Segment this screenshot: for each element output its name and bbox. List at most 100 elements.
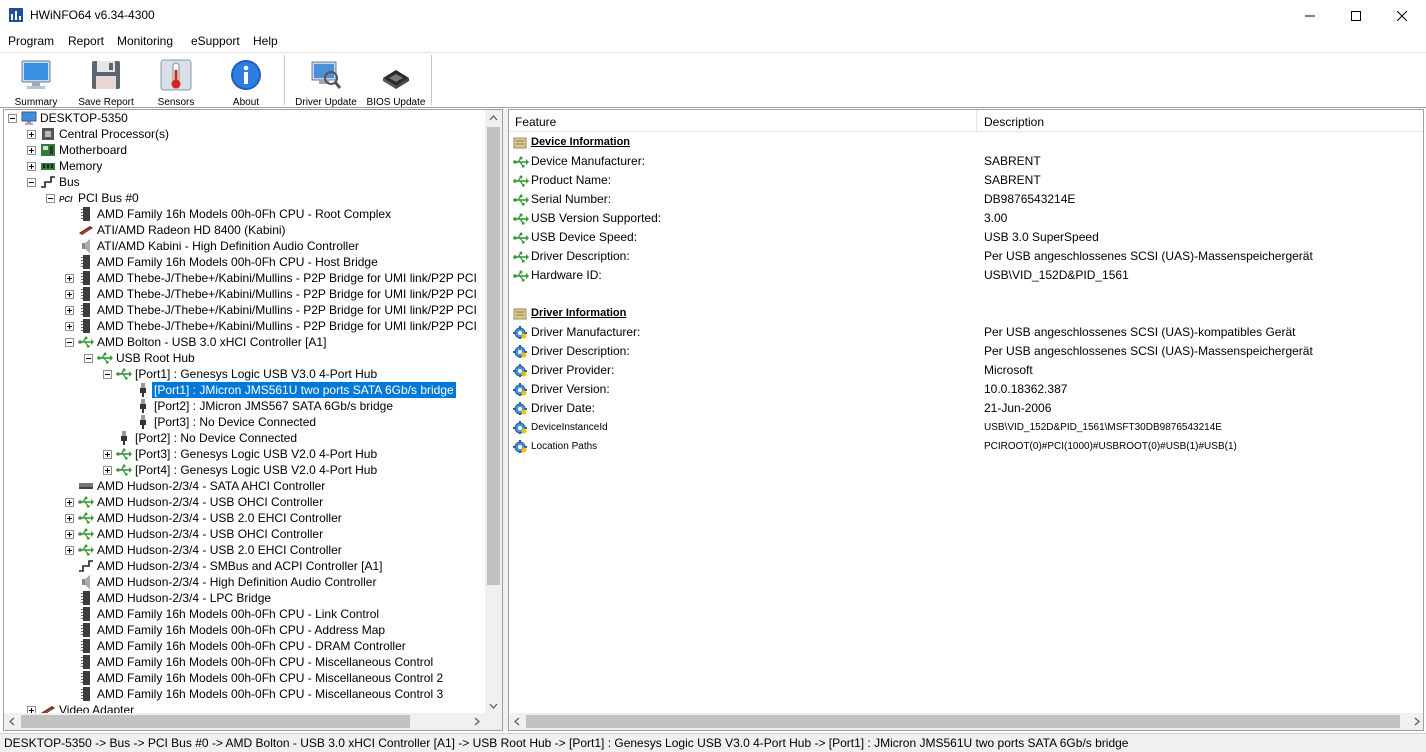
tree-vertical-scrollbar[interactable] <box>485 110 502 714</box>
collapse-icon[interactable] <box>8 114 17 123</box>
tree-node[interactable]: AMD Hudson-2/3/4 - High Definition Audio… <box>4 574 487 590</box>
feature-row[interactable]: Hardware ID: USB\VID_152D&PID_1561 <box>509 266 1409 285</box>
scroll-right-icon[interactable] <box>1408 713 1424 730</box>
tree-horizontal-scrollbar[interactable] <box>4 713 485 730</box>
tree-node[interactable]: [Port1] : JMicron JMS561U two ports SATA… <box>4 381 487 399</box>
feature-row[interactable]: Location Paths PCIROOT(0)#PCI(1000)#USBRO… <box>509 437 1409 456</box>
sensors-button[interactable]: Sensors <box>148 55 204 108</box>
expand-icon[interactable] <box>103 466 112 475</box>
tree-node[interactable]: USB Root Hub <box>4 350 487 366</box>
tree-vertical-thumb[interactable] <box>487 127 500 585</box>
device-tree-panel[interactable]: DESKTOP-5350 Central Processor(s) Motherbo… <box>3 109 503 731</box>
column-divider[interactable] <box>976 110 977 132</box>
menu-help[interactable]: Help <box>253 34 278 48</box>
tree-node[interactable]: AMD Thebe-J/Thebe+/Kabini/Mullins - P2P … <box>4 318 487 334</box>
tree-node[interactable]: [Port2] : No Device Connected <box>4 430 487 446</box>
summary-button[interactable]: Summary <box>8 55 64 108</box>
feature-row[interactable]: Driver Description: Per USB angeschlossen… <box>509 247 1409 266</box>
tree-node[interactable]: AMD Thebe-J/Thebe+/Kabini/Mullins - P2P … <box>4 302 487 318</box>
tree-node[interactable]: AMD Thebe-J/Thebe+/Kabini/Mullins - P2P … <box>4 286 487 302</box>
scroll-up-icon[interactable] <box>485 110 502 127</box>
tree-node[interactable]: [Port3] : Genesys Logic USB V2.0 4-Port … <box>4 446 487 462</box>
tree-node[interactable]: Bus <box>4 174 487 190</box>
maximize-button[interactable] <box>1333 0 1379 31</box>
section-header-row[interactable]: Driver Information <box>509 304 1409 323</box>
collapse-icon[interactable] <box>103 370 112 379</box>
scroll-left-icon[interactable] <box>4 713 21 730</box>
section-header-row[interactable]: Device Information <box>509 133 1409 152</box>
tree-node[interactable]: PCI PCI Bus #0 <box>4 190 487 206</box>
menu-program[interactable]: Program <box>8 34 54 48</box>
expand-icon[interactable] <box>65 514 74 523</box>
feature-row[interactable]: DeviceInstanceId USB\VID_152D&PID_1561\MS… <box>509 418 1409 437</box>
driver-update-button[interactable]: Driver Update <box>290 55 362 108</box>
close-button[interactable] <box>1379 0 1425 31</box>
details-horizontal-thumb[interactable] <box>526 715 1400 728</box>
feature-row[interactable]: Device Manufacturer: SABRENT <box>509 152 1409 171</box>
tree-node[interactable]: [Port2] : JMicron JMS567 SATA 6Gb/s brid… <box>4 398 487 414</box>
feature-row[interactable]: USB Version Supported: 3.00 <box>509 209 1409 228</box>
tree-node[interactable]: AMD Hudson-2/3/4 - USB 2.0 EHCI Controll… <box>4 510 487 526</box>
expand-icon[interactable] <box>103 450 112 459</box>
tree-node[interactable]: AMD Thebe-J/Thebe+/Kabini/Mullins - P2P … <box>4 270 487 286</box>
tree-node[interactable]: [Port1] : Genesys Logic USB V3.0 4-Port … <box>4 366 487 382</box>
tree-node[interactable]: AMD Hudson-2/3/4 - SATA AHCI Controller <box>4 478 487 494</box>
tree-node[interactable]: AMD Family 16h Models 00h-0Fh CPU - Misc… <box>4 654 487 670</box>
expand-icon[interactable] <box>27 162 36 171</box>
about-button[interactable]: About <box>218 55 274 108</box>
scroll-left-icon[interactable] <box>509 713 526 730</box>
collapse-icon[interactable] <box>46 194 55 203</box>
expand-icon[interactable] <box>65 306 74 315</box>
expand-icon[interactable] <box>65 546 74 555</box>
description-column-header[interactable]: Description <box>984 115 1044 129</box>
feature-row[interactable]: Driver Provider: Microsoft <box>509 361 1409 380</box>
scroll-right-icon[interactable] <box>468 713 485 730</box>
bios-update-button[interactable]: BIOS Update <box>364 55 428 108</box>
tree-node[interactable]: AMD Family 16h Models 00h-0Fh CPU - Addr… <box>4 622 487 638</box>
tree-node[interactable]: ATI/AMD Radeon HD 8400 (Kabini) <box>4 222 487 238</box>
tree-node[interactable]: AMD Hudson-2/3/4 - LPC Bridge <box>4 590 487 606</box>
tree-node[interactable]: Motherboard <box>4 142 487 158</box>
tree-node[interactable]: ATI/AMD Kabini - High Definition Audio C… <box>4 238 487 254</box>
scroll-down-icon[interactable] <box>485 697 502 714</box>
expand-icon[interactable] <box>65 530 74 539</box>
tree-node[interactable]: AMD Family 16h Models 00h-0Fh CPU - Link… <box>4 606 487 622</box>
tree-node[interactable]: AMD Hudson-2/3/4 - SMBus and ACPI Contro… <box>4 558 487 574</box>
tree-node[interactable]: AMD Family 16h Models 00h-0Fh CPU - Misc… <box>4 686 487 702</box>
save-report-button[interactable]: Save Report <box>74 55 138 108</box>
expand-icon[interactable] <box>65 274 74 283</box>
tree-node[interactable]: AMD Hudson-2/3/4 - USB OHCI Controller <box>4 494 487 510</box>
tree-node[interactable]: AMD Family 16h Models 00h-0Fh CPU - Root… <box>4 206 487 222</box>
expand-icon[interactable] <box>65 498 74 507</box>
collapse-icon[interactable] <box>27 178 36 187</box>
feature-row[interactable]: Driver Date: 21-Jun-2006 <box>509 399 1409 418</box>
tree-node[interactable]: AMD Family 16h Models 00h-0Fh CPU - Host… <box>4 254 487 270</box>
details-horizontal-scrollbar[interactable] <box>509 713 1424 730</box>
feature-row[interactable]: Driver Version: 10.0.18362.387 <box>509 380 1409 399</box>
expand-icon[interactable] <box>65 290 74 299</box>
tree-node[interactable]: AMD Hudson-2/3/4 - USB 2.0 EHCI Controll… <box>4 542 487 558</box>
feature-row[interactable]: Driver Manufacturer: Per USB angeschlosse… <box>509 323 1409 342</box>
tree-node[interactable]: Memory <box>4 158 487 174</box>
tree-horizontal-thumb[interactable] <box>21 715 410 728</box>
tree-node[interactable]: AMD Hudson-2/3/4 - USB OHCI Controller <box>4 526 487 542</box>
tree-node[interactable]: [Port3] : No Device Connected <box>4 414 487 430</box>
tree-node[interactable]: DESKTOP-5350 <box>4 110 487 126</box>
tree-node[interactable]: AMD Family 16h Models 00h-0Fh CPU - Misc… <box>4 670 487 686</box>
expand-icon[interactable] <box>27 130 36 139</box>
collapse-icon[interactable] <box>65 338 74 347</box>
tree-node[interactable]: [Port4] : Genesys Logic USB V2.0 4-Port … <box>4 462 487 478</box>
menu-esupport[interactable]: eSupport <box>191 34 240 48</box>
menu-report[interactable]: Report <box>68 34 104 48</box>
menu-monitoring[interactable]: Monitoring <box>117 34 173 48</box>
expand-icon[interactable] <box>65 322 74 331</box>
feature-row[interactable]: Product Name: SABRENT <box>509 171 1409 190</box>
minimize-button[interactable] <box>1287 0 1333 31</box>
feature-column-header[interactable]: Feature <box>515 115 556 129</box>
tree-node[interactable]: AMD Family 16h Models 00h-0Fh CPU - DRAM… <box>4 638 487 654</box>
tree-node[interactable]: AMD Bolton - USB 3.0 xHCI Controller [A1… <box>4 334 487 350</box>
expand-icon[interactable] <box>27 146 36 155</box>
feature-row[interactable]: Driver Description: Per USB angeschlossen… <box>509 342 1409 361</box>
feature-row[interactable]: USB Device Speed: USB 3.0 SuperSpeed <box>509 228 1409 247</box>
tree-node[interactable]: Central Processor(s) <box>4 126 487 142</box>
